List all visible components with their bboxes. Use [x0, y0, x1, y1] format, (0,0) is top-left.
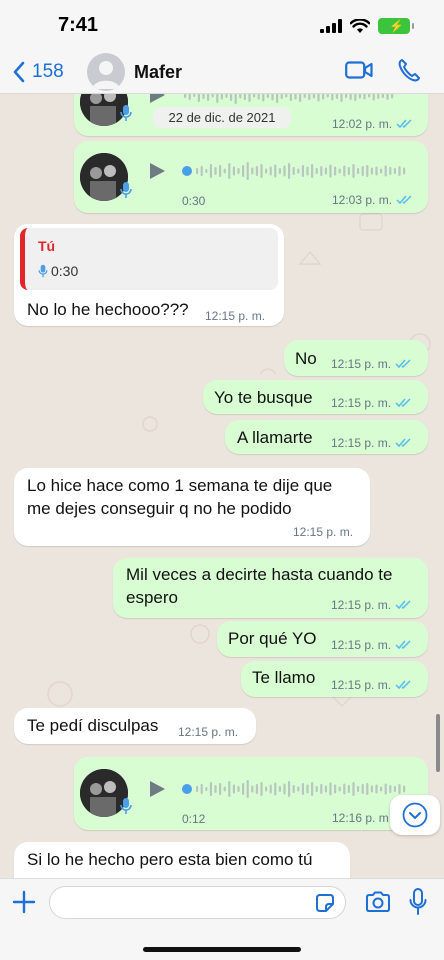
message-meta: 12:15 p. m. [331, 396, 413, 410]
read-ticks-icon [395, 359, 411, 369]
message-meta: 12:15 p. m. [331, 678, 413, 692]
phone-icon[interactable] [398, 58, 420, 82]
waveform[interactable] [182, 160, 412, 182]
microphone-icon [120, 105, 132, 121]
status-bar: 7:41 ⚡ [0, 0, 444, 50]
quoted-reply[interactable]: Tú 0:30 [20, 228, 278, 290]
read-ticks-icon [396, 119, 412, 129]
message-meta: 12:15 p. m. [293, 525, 354, 539]
contact-name[interactable]: Mafer [134, 62, 182, 83]
message-input[interactable] [49, 886, 346, 919]
message-text: Si lo he hecho pero esta bien como tú [27, 850, 313, 869]
composer-bar [0, 878, 444, 960]
outgoing-message[interactable]: Te llamo 12:15 p. m. [241, 661, 428, 697]
voice-message[interactable]: 0:12 12:16 p. m [74, 757, 428, 830]
message-meta: 12:15 p. m. [331, 436, 413, 450]
play-icon[interactable] [148, 780, 166, 798]
incoming-message[interactable]: Si lo he hecho pero esta bien como tú [14, 842, 350, 878]
message-meta: 12:15 p. m. [205, 309, 266, 323]
message-text: No lo he hechooo??? [27, 300, 189, 319]
message-meta: 12:16 p. m [332, 811, 389, 825]
microphone-icon[interactable] [409, 888, 427, 916]
quoted-author: Tú [38, 238, 56, 254]
read-ticks-icon [395, 438, 411, 448]
waveform[interactable] [182, 778, 412, 800]
message-meta: 12:15 p. m. [331, 638, 413, 652]
read-ticks-icon [395, 680, 411, 690]
microphone-icon [38, 264, 48, 278]
voice-message[interactable]: 0:30 12:03 p. m. [74, 141, 428, 213]
message-text: No [295, 349, 317, 368]
scrollbar[interactable] [436, 714, 440, 772]
incoming-message[interactable]: Te pedí disculpas 12:15 p. m. [14, 708, 256, 744]
play-icon[interactable] [148, 162, 166, 180]
waveform[interactable] [182, 94, 412, 106]
message-meta: 12:15 p. m. [331, 357, 413, 371]
message-text: Por qué YO [228, 629, 317, 648]
chevron-left-icon [13, 61, 25, 83]
play-icon[interactable] [148, 94, 166, 104]
read-ticks-icon [396, 195, 412, 205]
message-meta: 12:15 p. m. [178, 725, 239, 739]
outgoing-message[interactable]: No 12:15 p. m. [284, 340, 428, 376]
message-text-line: Lo hice hace como 1 semana te dije que [27, 476, 333, 495]
outgoing-message[interactable]: Por qué YO 12:15 p. m. [217, 621, 428, 657]
unread-count: 158 [32, 61, 64, 82]
chat-area[interactable]: 12:02 p. m. 22 de dic. de 2021 0:30 12:0… [0, 94, 444, 878]
outgoing-message[interactable]: Yo te busque 12:15 p. m. [203, 380, 428, 414]
incoming-message[interactable]: Lo hice hace como 1 semana te dije que m… [14, 468, 370, 546]
home-indicator [143, 947, 301, 952]
microphone-icon [120, 798, 132, 814]
outgoing-message[interactable]: Mil veces a decirte hasta cuando te espe… [113, 558, 428, 618]
quoted-voice-duration: 0:30 [38, 263, 78, 279]
message-text-line: espero [126, 588, 178, 607]
scroll-down-button[interactable] [390, 795, 440, 835]
message-text-line: me dejes conseguir q no he podido [27, 499, 292, 518]
read-ticks-icon [395, 600, 411, 610]
wifi-icon [350, 18, 370, 33]
microphone-icon [120, 182, 132, 198]
voice-duration: 0:12 [182, 812, 206, 826]
status-icons: ⚡ [320, 17, 414, 35]
message-meta: 12:02 p. m. [332, 117, 414, 131]
message-text-line: Mil veces a decirte hasta cuando te [126, 565, 393, 584]
read-ticks-icon [395, 398, 411, 408]
message-text: Yo te busque [214, 388, 313, 407]
outgoing-message[interactable]: A llamarte 12:15 p. m. [225, 420, 428, 454]
sticker-icon[interactable] [314, 892, 336, 914]
signal-icon [320, 19, 342, 33]
plus-icon[interactable] [12, 890, 36, 914]
status-time: 7:41 [58, 14, 99, 36]
contact-avatar[interactable] [87, 53, 125, 91]
camera-icon[interactable] [365, 891, 391, 913]
default-avatar-icon [92, 61, 120, 89]
back-button[interactable]: 158 [12, 58, 64, 86]
date-separator: 22 de dic. de 2021 [153, 107, 291, 128]
video-camera-icon[interactable] [345, 60, 373, 80]
message-text: A llamarte [237, 428, 313, 447]
message-text: Te llamo [252, 668, 316, 687]
message-meta: 12:15 p. m. [331, 598, 413, 612]
chevron-down-icon [402, 802, 428, 828]
chat-header: 158 Mafer [0, 50, 444, 94]
voice-duration: 0:30 [182, 194, 206, 208]
message-meta: 12:03 p. m. [332, 193, 414, 207]
battery-icon: ⚡ [378, 18, 414, 34]
read-ticks-icon [395, 640, 411, 650]
message-text: Te pedí disculpas [27, 716, 159, 735]
